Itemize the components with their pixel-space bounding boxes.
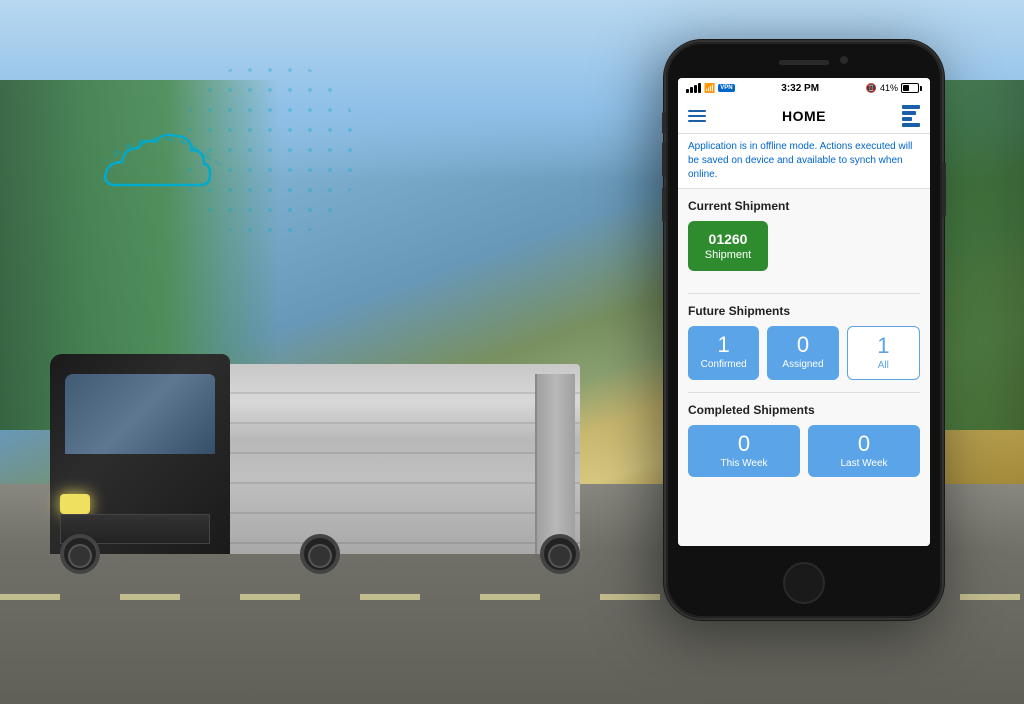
wifi-icon: 📶 [704, 83, 715, 94]
vpn-badge: VPN [718, 84, 734, 92]
shipment-number: 01260 [709, 231, 748, 247]
completed-shipments-tiles: 0 This Week 0 Last Week [688, 425, 920, 477]
all-tile[interactable]: 1 All [847, 326, 920, 380]
hamburger-menu-button[interactable] [688, 110, 706, 122]
volume-up-button [662, 142, 666, 177]
status-time: 3:32 PM [781, 83, 819, 94]
assigned-count: 0 [797, 334, 809, 356]
status-bar: 📶 VPN 3:32 PM 📵 41% [678, 78, 930, 98]
app-content[interactable]: Current Shipment 01260 Shipment Future S… [678, 189, 930, 546]
bluetooth-icon: 📵 [866, 83, 877, 94]
nav-bar: HOME [678, 98, 930, 134]
offline-banner: Application is in offline mode. Actions … [678, 134, 930, 189]
completed-shipments-title: Completed Shipments [688, 403, 920, 417]
menu-right-button[interactable] [902, 105, 920, 127]
home-button[interactable] [783, 562, 825, 604]
cloud-icon [80, 100, 240, 210]
last-week-count: 0 [858, 433, 870, 455]
divider-1 [688, 293, 920, 294]
speaker [779, 60, 829, 65]
offline-message: Application is in offline mode. Actions … [688, 140, 920, 182]
status-left: 📶 VPN [686, 83, 735, 94]
last-week-label: Last Week [840, 458, 887, 469]
truck [30, 224, 590, 584]
battery-percent: 41% [880, 83, 898, 93]
signal-icon [686, 83, 701, 93]
this-week-tile[interactable]: 0 This Week [688, 425, 800, 477]
front-camera [840, 56, 848, 64]
mute-button [662, 112, 666, 134]
future-shipments-title: Future Shipments [688, 304, 920, 318]
all-label: All [878, 360, 889, 371]
current-shipment-card[interactable]: 01260 Shipment [688, 221, 768, 271]
divider-2 [688, 392, 920, 393]
page-title: HOME [782, 108, 826, 124]
this-week-count: 0 [738, 433, 750, 455]
phone-screen: 📶 VPN 3:32 PM 📵 41% [678, 78, 930, 546]
power-button [942, 162, 946, 217]
truck-trailer [220, 364, 580, 554]
future-shipments-tiles: 1 Confirmed 0 Assigned 1 All [688, 326, 920, 380]
all-count: 1 [877, 335, 889, 357]
assigned-label: Assigned [782, 359, 823, 370]
last-week-tile[interactable]: 0 Last Week [808, 425, 920, 477]
phone-device: 📶 VPN 3:32 PM 📵 41% [664, 40, 944, 620]
current-shipment-title: Current Shipment [688, 199, 920, 213]
assigned-tile[interactable]: 0 Assigned [767, 326, 838, 380]
battery-icon [901, 83, 922, 93]
confirmed-tile[interactable]: 1 Confirmed [688, 326, 759, 380]
confirmed-label: Confirmed [701, 359, 747, 370]
shipment-label: Shipment [705, 249, 751, 261]
truck-cab [50, 354, 230, 554]
confirmed-count: 1 [718, 334, 730, 356]
this-week-label: This Week [720, 458, 767, 469]
volume-down-button [662, 187, 666, 222]
status-right: 📵 41% [866, 83, 922, 94]
